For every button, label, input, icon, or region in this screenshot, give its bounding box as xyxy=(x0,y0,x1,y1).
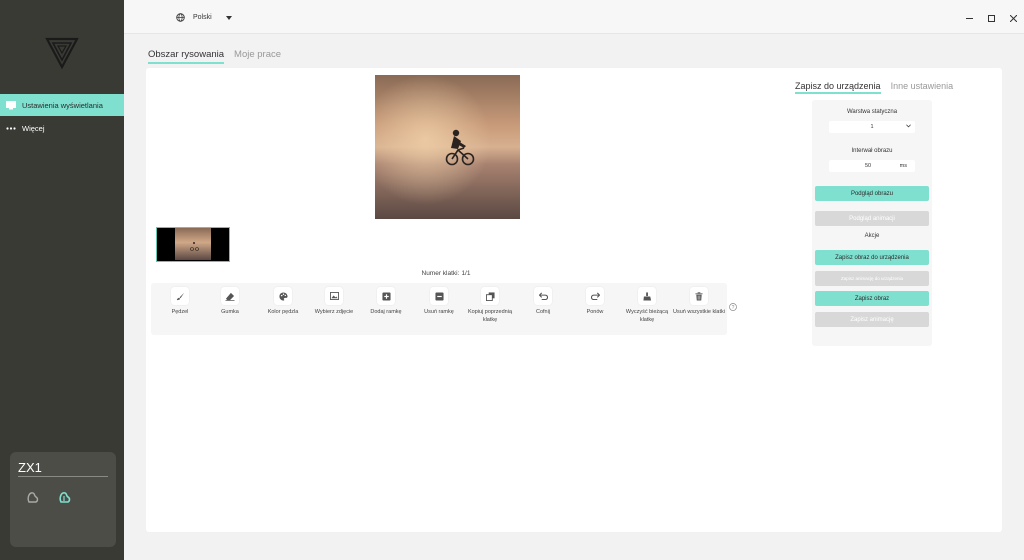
trash-icon xyxy=(695,291,703,300)
monitor-icon xyxy=(0,100,22,110)
main-tabs: Obszar rysowania Moje prace xyxy=(148,49,291,64)
tool-brush[interactable]: Pędzel xyxy=(154,287,206,316)
undo-icon xyxy=(538,292,548,300)
tool-copy-previous-frame[interactable]: Kopiuj poprzednią klatkę xyxy=(464,287,516,324)
save-image-button[interactable]: Zapisz obraz xyxy=(815,291,929,306)
interval-input[interactable]: 50 ms xyxy=(829,160,915,172)
frame-number: Numer klatki: 1/1 xyxy=(396,270,496,277)
tool-label: Dodaj ramkę xyxy=(370,309,402,315)
image-icon xyxy=(329,292,339,300)
maximize-icon xyxy=(987,14,995,22)
tool-label: Usuń ramkę xyxy=(424,309,454,315)
globe-icon xyxy=(176,13,185,22)
tool-label: Kopiuj poprzednią klatkę xyxy=(467,309,513,323)
sidebar-item-label: Ustawienia wyświetlania xyxy=(22,100,103,110)
save-settings-box: Warstwa statyczna 1 Interwał obrazu 50 m… xyxy=(812,100,932,346)
tab-other-settings[interactable]: Inne ustawienia xyxy=(891,81,954,94)
tool-eraser[interactable]: Gumka xyxy=(204,287,256,316)
settings-tabs: Zapisz do urządzenia Inne ustawienia xyxy=(795,81,963,94)
device-card: ZX1 xyxy=(10,452,116,547)
drawing-toolbar: Pędzel Gumka Kolor pędzla Wybierz zdjęci… xyxy=(151,283,727,335)
static-layer-select[interactable]: 1 xyxy=(829,121,915,133)
tab-my-works[interactable]: Moje prace xyxy=(234,49,281,64)
app-logo-icon xyxy=(45,37,79,70)
actions-label: Akcje xyxy=(864,233,880,239)
tab-drawing-area[interactable]: Obszar rysowania xyxy=(148,49,225,64)
tool-clear-current-frame[interactable]: Wyczyść bieżącą klatkę xyxy=(621,287,673,324)
redo-icon xyxy=(590,292,600,300)
tool-label: Wyczyść bieżącą klatkę xyxy=(625,309,669,323)
divider xyxy=(18,476,108,477)
static-layer-value: 1 xyxy=(870,124,874,130)
tool-undo[interactable]: Cofnij xyxy=(517,287,569,316)
tool-remove-frame[interactable]: Usuń ramkę xyxy=(413,287,465,316)
language-selector[interactable]: Polski xyxy=(176,13,240,22)
preview-animation-button[interactable]: Podgląd animacji xyxy=(815,211,929,226)
preview-image-button[interactable]: Podgląd obrazu xyxy=(815,186,929,201)
eraser-icon xyxy=(225,292,235,301)
tool-label: Cofnij xyxy=(535,309,551,315)
palette-icon xyxy=(278,291,288,301)
static-layer-label: Warstwa statyczna xyxy=(846,109,898,115)
save-animation-button[interactable]: Zapisz animację xyxy=(815,312,929,327)
minimize-icon xyxy=(965,17,973,19)
close-icon xyxy=(1009,14,1017,22)
tool-label: Kolor pędzla xyxy=(267,309,299,315)
copy-icon xyxy=(485,291,495,301)
device-icon[interactable] xyxy=(26,490,40,504)
tool-brush-color[interactable]: Kolor pędzla xyxy=(257,287,309,316)
sidebar-item-more[interactable]: Więcej xyxy=(0,117,124,139)
tab-save-to-device[interactable]: Zapisz do urządzenia xyxy=(795,81,881,94)
more-icon xyxy=(0,126,22,130)
tool-label: Gumka xyxy=(221,309,239,315)
tool-select-photo[interactable]: Wybierz zdjęcie xyxy=(308,287,360,316)
frame-number-value: 1/1 xyxy=(461,270,471,277)
thumbnail-image xyxy=(175,228,211,260)
clear-icon xyxy=(642,291,651,301)
sidebar: Ustawienia wyświetlania Więcej ZX1 xyxy=(0,0,124,560)
svg-text:?: ? xyxy=(732,305,735,311)
language-label: Polski xyxy=(193,14,212,21)
tool-redo[interactable]: Ponów xyxy=(569,287,621,316)
window-controls xyxy=(958,11,1024,25)
minimize-button[interactable] xyxy=(958,11,980,25)
frame-number-label: Numer klatki: xyxy=(421,270,460,277)
tool-label: Ponów xyxy=(586,309,604,315)
plus-square-icon xyxy=(381,291,391,301)
tool-label: Wybierz zdjęcie xyxy=(314,309,354,315)
interval-value: 50 xyxy=(865,163,872,169)
save-animation-to-device-button[interactable]: Zapisz animację do urządzenia xyxy=(815,271,929,286)
tool-label: Pędzel xyxy=(171,309,189,315)
title-bar: Polski xyxy=(124,0,1024,34)
tool-label: Usuń wszystkie klatki xyxy=(673,309,725,315)
tool-add-frame[interactable]: Dodaj ramkę xyxy=(360,287,412,316)
tool-delete-all-frames[interactable]: Usuń wszystkie klatki xyxy=(673,287,725,316)
maximize-button[interactable] xyxy=(980,11,1002,25)
sidebar-item-display-settings[interactable]: Ustawienia wyświetlania xyxy=(0,94,124,116)
interval-unit: ms xyxy=(899,163,907,169)
interval-label: Interwał obrazu xyxy=(851,148,893,154)
frame-thumbnail[interactable] xyxy=(156,227,230,262)
content-panel: Numer klatki: 1/1 Pędzel Gumka Kolor pędz… xyxy=(146,68,1002,532)
canvas-image[interactable] xyxy=(375,75,520,219)
caret-down-icon xyxy=(225,15,232,20)
sidebar-item-label: Więcej xyxy=(22,123,45,133)
minus-square-icon xyxy=(434,291,444,301)
close-button[interactable] xyxy=(1002,11,1024,25)
help-icon[interactable]: ? xyxy=(729,303,737,311)
chevron-down-icon xyxy=(906,124,911,128)
device-name: ZX1 xyxy=(18,460,42,475)
save-image-to-device-button[interactable]: Zapisz obraz do urządzenia xyxy=(815,250,929,265)
device-active-icon[interactable] xyxy=(58,490,72,504)
brush-icon xyxy=(176,292,184,300)
